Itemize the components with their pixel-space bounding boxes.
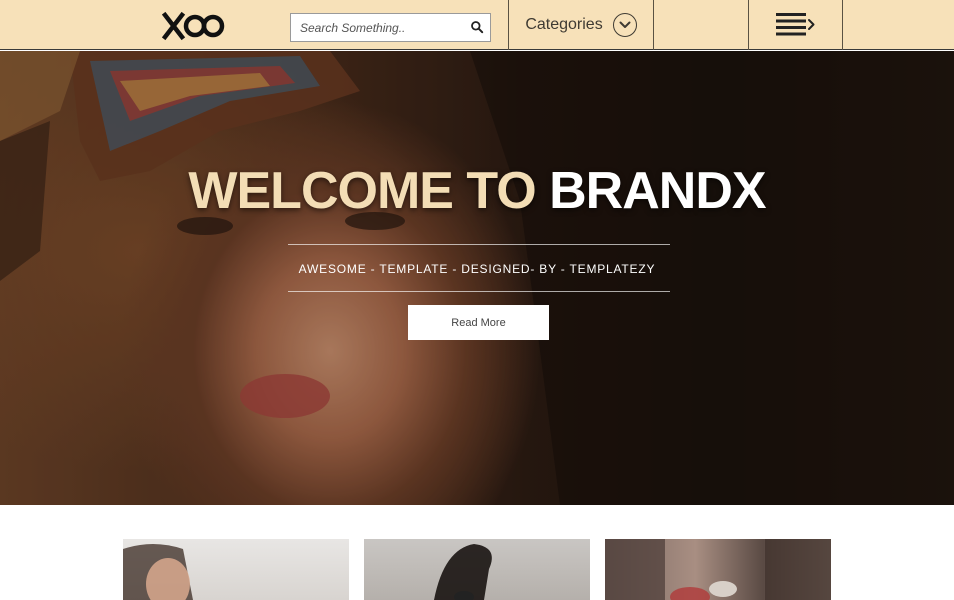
site-header: Categories [0,0,954,50]
menu-button[interactable] [749,0,842,50]
chevron-down-icon [612,13,637,37]
card-fashion-model-photo[interactable] [364,539,590,600]
search-icon[interactable] [470,20,484,34]
hero-title: WELCOME TO BRANDX [0,161,954,221]
search-box [290,13,491,42]
card-image [123,544,193,600]
search-input[interactable] [291,14,461,41]
hero-title-part2: BRANDX [549,162,766,220]
hero-overlay [0,51,954,505]
header-divider [653,0,654,50]
categories-label: Categories [525,16,603,33]
header-divider [842,0,843,50]
hero-subtitle: AWESOME - TEMPLATE - DESIGNED- BY - TEMP… [298,262,656,276]
hero-divider-bottom [288,291,670,292]
card-woman-portrait-photo[interactable] [123,539,349,600]
hero-divider-top [288,244,670,245]
hero-banner: WELCOME TO BRANDX AWESOME - TEMPLATE - D… [0,51,954,505]
menu-arrow-icon [775,13,814,36]
card-image [434,544,492,600]
card-city-street-photo[interactable] [605,539,831,600]
read-more-button[interactable]: Read More [408,305,549,340]
logo[interactable] [162,10,226,42]
hero-title-part1: WELCOME TO [188,162,536,220]
categories-dropdown[interactable]: Categories [509,0,653,50]
card-image [605,539,831,600]
